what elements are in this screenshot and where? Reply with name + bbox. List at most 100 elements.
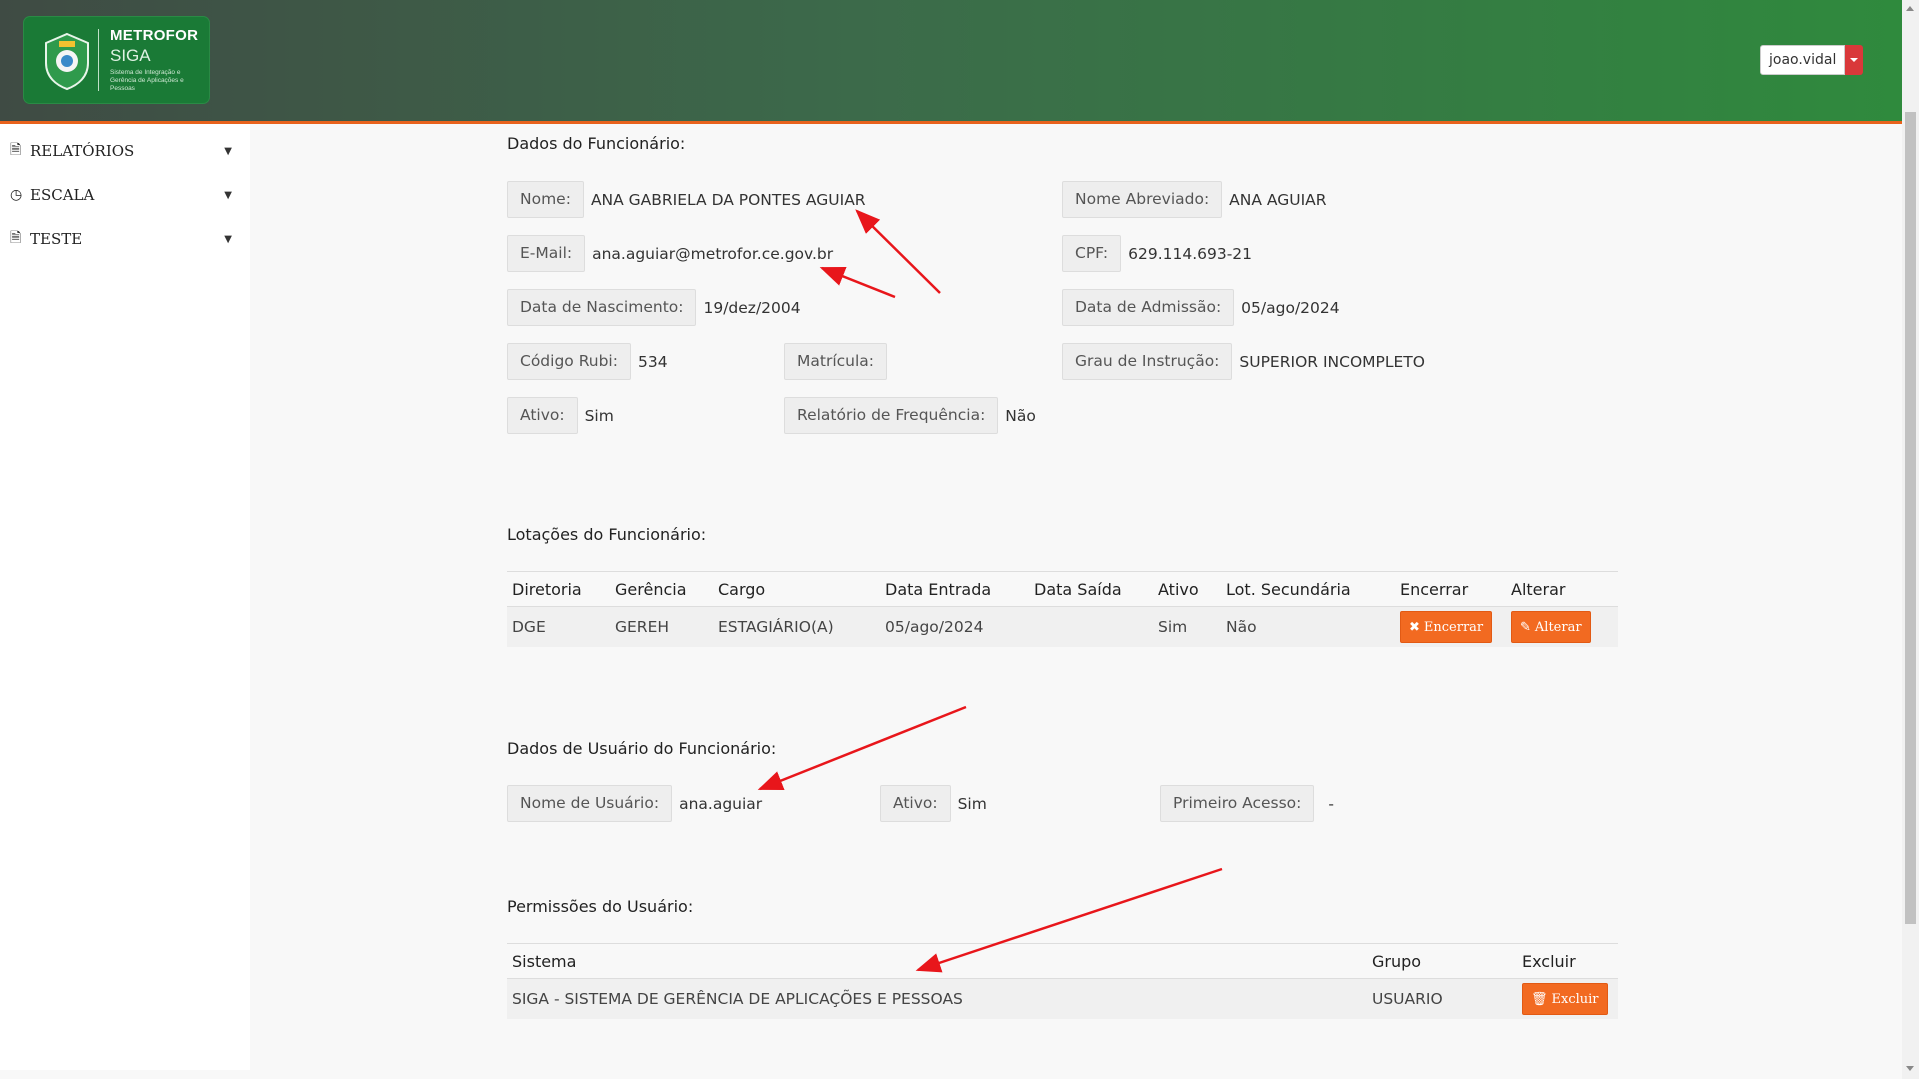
sidebar-item-label: TESTE bbox=[30, 230, 83, 248]
section-title-usuario: Dados de Usuário do Funcionário: bbox=[507, 739, 777, 758]
field-label: Data de Admissão: bbox=[1062, 289, 1235, 326]
sidebar-item-escala[interactable]: ◷ ESCALA ▼ bbox=[10, 180, 232, 210]
scroll-up-icon[interactable] bbox=[1906, 6, 1914, 11]
document-icon: 🗎 bbox=[10, 230, 22, 246]
field-matricula: Matrícula: bbox=[784, 343, 894, 380]
sidebar: 🗎 RELATÓRIOS ▼ ◷ ESCALA ▼ 🗎 TESTE ▼ bbox=[0, 124, 250, 1070]
col-header: Data Entrada bbox=[880, 571, 1029, 607]
system-tagline: Sistema de Integração e Gerência de Apli… bbox=[110, 69, 184, 92]
scroll-thumb[interactable] bbox=[1905, 112, 1916, 924]
field-label: Data de Nascimento: bbox=[507, 289, 697, 326]
arrow-to-usuario bbox=[757, 705, 967, 791]
field-primeiro-acesso: Primeiro Acesso: - bbox=[1160, 785, 1334, 822]
cell-diretoria: DGE bbox=[507, 606, 610, 647]
field-data-nascimento: Data de Nascimento: 19/dez/2004 bbox=[507, 289, 801, 326]
field-label: Nome de Usuário: bbox=[507, 785, 673, 822]
col-header: Cargo bbox=[713, 571, 880, 607]
field-value: 05/ago/2024 bbox=[1241, 298, 1340, 317]
field-label: Primeiro Acesso: bbox=[1160, 785, 1315, 822]
field-label: Nome Abreviado: bbox=[1062, 181, 1223, 218]
cell-grupo: USUARIO bbox=[1367, 978, 1517, 1019]
arrow-to-nome bbox=[855, 209, 941, 294]
field-value: - bbox=[1328, 794, 1334, 813]
cell-data-saida bbox=[1029, 606, 1153, 647]
field-ativo: Ativo: Sim bbox=[507, 397, 614, 434]
document-icon: 🗎 bbox=[10, 142, 22, 158]
col-header: Grupo bbox=[1367, 943, 1517, 979]
cell-lot-secundaria: Não bbox=[1221, 606, 1395, 647]
field-value: 534 bbox=[637, 352, 668, 371]
col-header: Lot. Secundária bbox=[1221, 571, 1395, 607]
field-grau-instrucao: Grau de Instrução: SUPERIOR INCOMPLETO bbox=[1062, 343, 1425, 380]
scroll-down-icon[interactable] bbox=[1906, 1066, 1914, 1071]
field-label: CPF: bbox=[1062, 235, 1122, 272]
clock-icon: ◷ bbox=[10, 187, 23, 203]
field-codigo-rubi: Código Rubi: 534 bbox=[507, 343, 668, 380]
shield-emblem-icon bbox=[45, 32, 89, 91]
sidebar-item-label: RELATÓRIOS bbox=[30, 142, 135, 160]
field-value: ANA AGUIAR bbox=[1229, 190, 1327, 209]
col-header: Excluir bbox=[1517, 943, 1618, 979]
col-header: Encerrar bbox=[1395, 571, 1506, 607]
metrofor-logo[interactable]: METROFOR SIGA Sistema de Integração e Ge… bbox=[24, 17, 209, 103]
table-row: DGE GEREH ESTAGIÁRIO(A) 05/ago/2024 Sim … bbox=[507, 606, 1618, 647]
sidebar-item-relatorios[interactable]: 🗎 RELATÓRIOS ▼ bbox=[10, 136, 232, 166]
field-value: Não bbox=[1005, 406, 1036, 425]
arrow-to-email bbox=[819, 266, 896, 299]
table-header-row: Diretoria Gerência Cargo Data Entrada Da… bbox=[507, 571, 1618, 607]
encerrar-button[interactable]: ✖ Encerrar bbox=[1400, 611, 1493, 643]
field-label: Código Rubi: bbox=[507, 343, 631, 380]
brand-name: METROFOR bbox=[110, 27, 199, 44]
annotation-arrows bbox=[757, 209, 1223, 973]
field-value: SUPERIOR INCOMPLETO bbox=[1239, 352, 1425, 371]
field-usuario-ativo: Ativo: Sim bbox=[880, 785, 987, 822]
field-cpf: CPF: 629.114.693-21 bbox=[1062, 235, 1252, 272]
chevron-down-icon: ▼ bbox=[224, 145, 232, 157]
cell-ativo: Sim bbox=[1153, 606, 1221, 647]
field-label: Relatório de Frequência: bbox=[784, 397, 999, 434]
field-value: 19/dez/2004 bbox=[703, 298, 801, 317]
field-value: ANA GABRIELA DA PONTES AGUIAR bbox=[590, 190, 866, 209]
sidebar-item-teste[interactable]: 🗎 TESTE ▼ bbox=[10, 224, 232, 254]
col-header: Gerência bbox=[610, 571, 713, 607]
logo-separator bbox=[98, 29, 99, 91]
col-header: Sistema bbox=[507, 943, 1367, 979]
field-label: Matrícula: bbox=[784, 343, 888, 380]
section-title-permissoes: Permissões do Usuário: bbox=[507, 897, 694, 916]
table-row: SIGA - SISTEMA DE GERÊNCIA DE APLICAÇÕES… bbox=[507, 978, 1618, 1019]
field-value: Sim bbox=[584, 406, 614, 425]
field-nome: Nome: ANA GABRIELA DA PONTES AGUIAR bbox=[507, 181, 866, 218]
edit-icon: ✎ bbox=[1520, 619, 1531, 635]
username-button[interactable]: joao.vidal bbox=[1760, 45, 1846, 75]
button-label: Excluir bbox=[1551, 991, 1599, 1007]
chevron-down-icon: ▼ bbox=[224, 233, 232, 245]
user-dropdown-caret-icon[interactable] bbox=[1845, 45, 1864, 75]
button-label: Alterar bbox=[1534, 619, 1582, 635]
field-label: Grau de Instrução: bbox=[1062, 343, 1233, 380]
field-email: E-Mail: ana.aguiar@metrofor.ce.gov.br bbox=[507, 235, 833, 272]
cell-excluir: 🗑 Excluir bbox=[1517, 978, 1618, 1019]
field-value: Sim bbox=[957, 794, 987, 813]
user-menu[interactable]: joao.vidal bbox=[1760, 45, 1864, 75]
top-header: METROFOR SIGA Sistema de Integração e Ge… bbox=[0, 0, 1902, 124]
cell-alterar: ✎ Alterar bbox=[1506, 606, 1618, 647]
col-header: Diretoria bbox=[507, 571, 610, 607]
field-label: Ativo: bbox=[507, 397, 578, 434]
alterar-button[interactable]: ✎ Alterar bbox=[1511, 611, 1591, 643]
field-value: 629.114.693-21 bbox=[1128, 244, 1253, 263]
section-title-dados: Dados do Funcionário: bbox=[507, 134, 686, 153]
button-label: Encerrar bbox=[1423, 619, 1484, 635]
field-label: Ativo: bbox=[880, 785, 951, 822]
page-scrollbar[interactable] bbox=[1902, 0, 1919, 1079]
field-relatorio-frequencia: Relatório de Frequência: Não bbox=[784, 397, 1036, 434]
cell-gerencia: GEREH bbox=[610, 606, 713, 647]
field-value: ana.aguiar bbox=[679, 794, 763, 813]
col-header: Data Saída bbox=[1029, 571, 1153, 607]
section-title-lotacoes: Lotações do Funcionário: bbox=[507, 525, 707, 544]
field-nome-abreviado: Nome Abreviado: ANA AGUIAR bbox=[1062, 181, 1327, 218]
col-header: Alterar bbox=[1506, 571, 1618, 607]
field-value: ana.aguiar@metrofor.ce.gov.br bbox=[592, 244, 834, 263]
field-label: Nome: bbox=[507, 181, 584, 218]
lotacoes-table: Diretoria Gerência Cargo Data Entrada Da… bbox=[507, 571, 1618, 647]
excluir-button[interactable]: 🗑 Excluir bbox=[1522, 983, 1608, 1015]
